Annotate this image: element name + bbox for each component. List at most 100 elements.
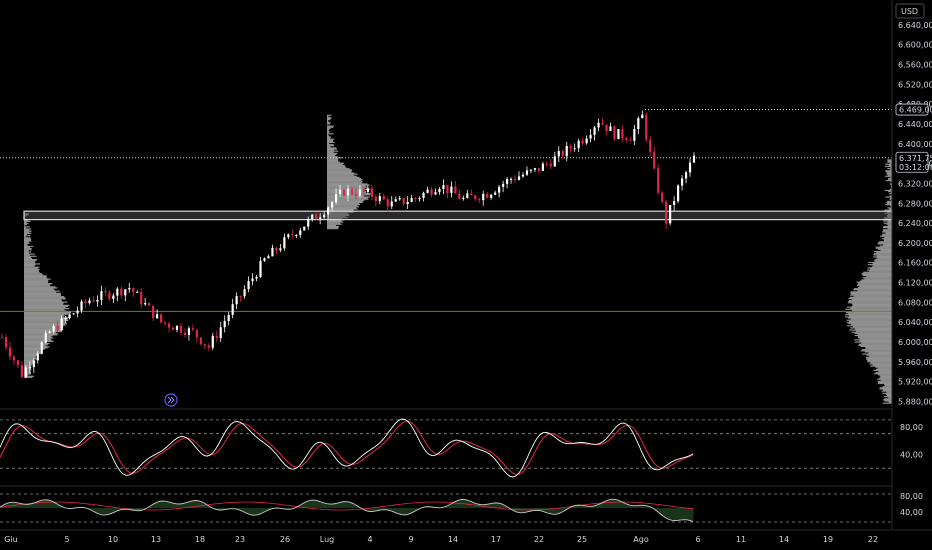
go-to-realtime-icon[interactable] bbox=[164, 393, 178, 407]
volume-profile-bar bbox=[24, 340, 54, 342]
volume-profile-bar bbox=[24, 254, 30, 256]
volume-profile-bar bbox=[865, 348, 892, 350]
volume-profile-bar bbox=[849, 296, 892, 298]
volume-profile-bar bbox=[24, 273, 42, 275]
volume-profile-bar bbox=[850, 291, 892, 293]
volume-profile-bar bbox=[24, 226, 30, 228]
volume-profile-bar bbox=[24, 251, 32, 253]
time-tick-label: 9 bbox=[408, 535, 413, 544]
volume-profile-bar bbox=[327, 139, 334, 141]
volume-profile-bar bbox=[860, 345, 892, 348]
candle-body bbox=[243, 289, 246, 297]
volume-profile-bar bbox=[872, 262, 892, 265]
volume-profile-bar bbox=[327, 158, 338, 160]
volume-profile-bar bbox=[887, 160, 892, 162]
volume-profile-bar bbox=[327, 118, 331, 121]
volume-profile-bar bbox=[848, 300, 892, 302]
osc1-tick-label: 80,00 bbox=[900, 423, 923, 432]
volume-profile-bar bbox=[871, 266, 892, 268]
candle-body bbox=[569, 145, 572, 149]
trading-chart[interactable]: 6.640,006.600,006.560,006.520,006.480,00… bbox=[0, 0, 932, 550]
volume-profile-bar bbox=[884, 209, 892, 211]
candle-body bbox=[338, 189, 342, 195]
volume-profile-bar bbox=[850, 318, 892, 320]
volume-profile-bar bbox=[873, 369, 892, 372]
candle-body bbox=[291, 234, 294, 236]
volume-profile-bar bbox=[24, 265, 35, 267]
volume-profile-bar bbox=[855, 341, 892, 343]
volume-profile-bar bbox=[24, 339, 52, 341]
candle-body bbox=[450, 186, 453, 194]
volume-profile-bar bbox=[24, 327, 61, 329]
candle-body bbox=[545, 163, 548, 165]
volume-profile-bar bbox=[327, 145, 335, 147]
volume-profile-bar bbox=[869, 355, 892, 357]
candle-body bbox=[52, 325, 55, 332]
volume-profile-bar bbox=[885, 232, 892, 234]
candle-body bbox=[28, 367, 31, 369]
volume-profile-bar bbox=[850, 327, 892, 329]
volume-profile-bar bbox=[887, 168, 892, 170]
volume-profile-bar bbox=[851, 303, 892, 305]
volume-profile-bar bbox=[876, 255, 892, 257]
candle-body bbox=[665, 201, 668, 224]
volume-profile-bar bbox=[880, 235, 892, 237]
candle-body bbox=[657, 168, 660, 193]
time-tick-label: 11 bbox=[736, 535, 746, 544]
candle-body bbox=[649, 139, 652, 152]
candle-body bbox=[72, 313, 75, 315]
volume-profile-bar bbox=[24, 362, 34, 364]
candle-body bbox=[661, 192, 664, 202]
candle-body bbox=[112, 295, 115, 299]
candle-body bbox=[585, 138, 588, 144]
volume-profile-bar bbox=[846, 319, 892, 321]
candle-body bbox=[350, 188, 354, 195]
candle-body bbox=[394, 199, 397, 202]
volume-profile-bar bbox=[869, 268, 892, 270]
volume-profile-bar bbox=[24, 321, 65, 323]
candle-body bbox=[645, 114, 648, 140]
volume-profile-bar bbox=[848, 317, 892, 319]
volume-profile-bar bbox=[24, 301, 68, 303]
candle-body bbox=[346, 188, 350, 196]
price-tick-label: 6.640,00 bbox=[898, 21, 932, 30]
volume-profile-bar bbox=[24, 287, 58, 289]
volume-profile-bar bbox=[872, 364, 892, 366]
volume-profile-bar bbox=[853, 289, 892, 291]
volume-profile-bar bbox=[327, 128, 330, 130]
candle-body bbox=[315, 214, 318, 220]
candle-body bbox=[605, 124, 608, 131]
countdown-label: 03:12:08 bbox=[899, 163, 932, 172]
volume-profile-bar bbox=[24, 225, 25, 227]
volume-profile-bar bbox=[875, 366, 892, 368]
volume-profile-bar bbox=[882, 226, 892, 229]
volume-profile-bar bbox=[851, 293, 892, 295]
volume-profile-bar bbox=[24, 337, 54, 339]
candle-body bbox=[20, 365, 23, 378]
volume-profile-bar bbox=[24, 220, 31, 223]
candle-body bbox=[386, 199, 389, 207]
volume-profile-bar bbox=[327, 196, 370, 198]
candle-body bbox=[295, 235, 298, 237]
candle-body bbox=[255, 276, 258, 279]
candle-body bbox=[688, 162, 692, 173]
volume-profile-bar bbox=[884, 385, 892, 387]
volume-profile-bar bbox=[24, 363, 33, 365]
volume-profile-bar bbox=[327, 170, 353, 172]
currency-label[interactable]: USD bbox=[901, 7, 918, 16]
volume-profile-bar bbox=[24, 258, 38, 261]
time-tick-label: 5 bbox=[64, 535, 69, 544]
osc1-tick-label: 40,00 bbox=[900, 450, 923, 459]
candle-body bbox=[159, 314, 163, 323]
volume-profile-bar bbox=[869, 363, 892, 365]
volume-profile-bar bbox=[849, 329, 892, 331]
currency-button[interactable]: USD bbox=[895, 3, 925, 19]
volume-profile-bar bbox=[24, 309, 65, 311]
volume-profile-bar bbox=[327, 115, 329, 117]
volume-profile-bar bbox=[327, 129, 329, 132]
volume-profile-bar bbox=[327, 153, 337, 156]
last-price-label: 6.371,75 bbox=[899, 154, 932, 163]
volume-profile-bar bbox=[327, 222, 341, 224]
candle-body bbox=[44, 332, 47, 343]
volume-profile-bar bbox=[327, 173, 358, 175]
